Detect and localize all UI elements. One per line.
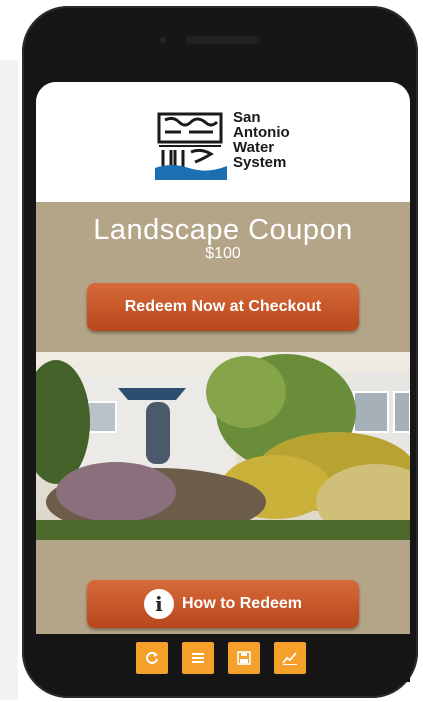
logo-line-4: System bbox=[233, 154, 287, 171]
refresh-button[interactable] bbox=[136, 642, 168, 674]
save-icon bbox=[237, 651, 251, 665]
logo-line-3: Water bbox=[233, 139, 275, 156]
logo-wordmark: San Antonio Water System bbox=[233, 110, 290, 170]
saws-logo-mark bbox=[153, 108, 227, 180]
list-button[interactable] bbox=[182, 642, 214, 674]
camera-dot bbox=[160, 37, 166, 43]
logo-line-1: San bbox=[233, 109, 261, 126]
redeem-now-label: Redeem Now at Checkout bbox=[124, 298, 322, 315]
speaker-grille bbox=[186, 36, 260, 44]
how-to-redeem-button[interactable]: i How to Redeem bbox=[87, 580, 359, 628]
coupon-title: Landscape Coupon bbox=[93, 214, 353, 246]
coupon-amount: $100 bbox=[205, 245, 241, 262]
chart-icon bbox=[282, 652, 297, 665]
landscape-photo bbox=[36, 352, 410, 540]
how-to-redeem-label: How to Redeem bbox=[181, 595, 302, 612]
logo-header: San Antonio Water System bbox=[36, 82, 410, 202]
redeem-now-button[interactable]: Redeem Now at Checkout bbox=[87, 283, 359, 331]
logo-line-2: Antonio bbox=[233, 124, 290, 141]
bottom-toolbar bbox=[36, 634, 410, 682]
app-screen: San Antonio Water System Landscape Coupo… bbox=[36, 82, 410, 634]
refresh-icon bbox=[146, 651, 158, 664]
save-button[interactable] bbox=[228, 642, 260, 674]
info-icon: i bbox=[143, 589, 174, 619]
saws-logo: San Antonio Water System bbox=[151, 106, 301, 182]
chart-button[interactable] bbox=[274, 642, 306, 674]
list-icon bbox=[192, 653, 204, 663]
left-strip bbox=[0, 60, 18, 700]
